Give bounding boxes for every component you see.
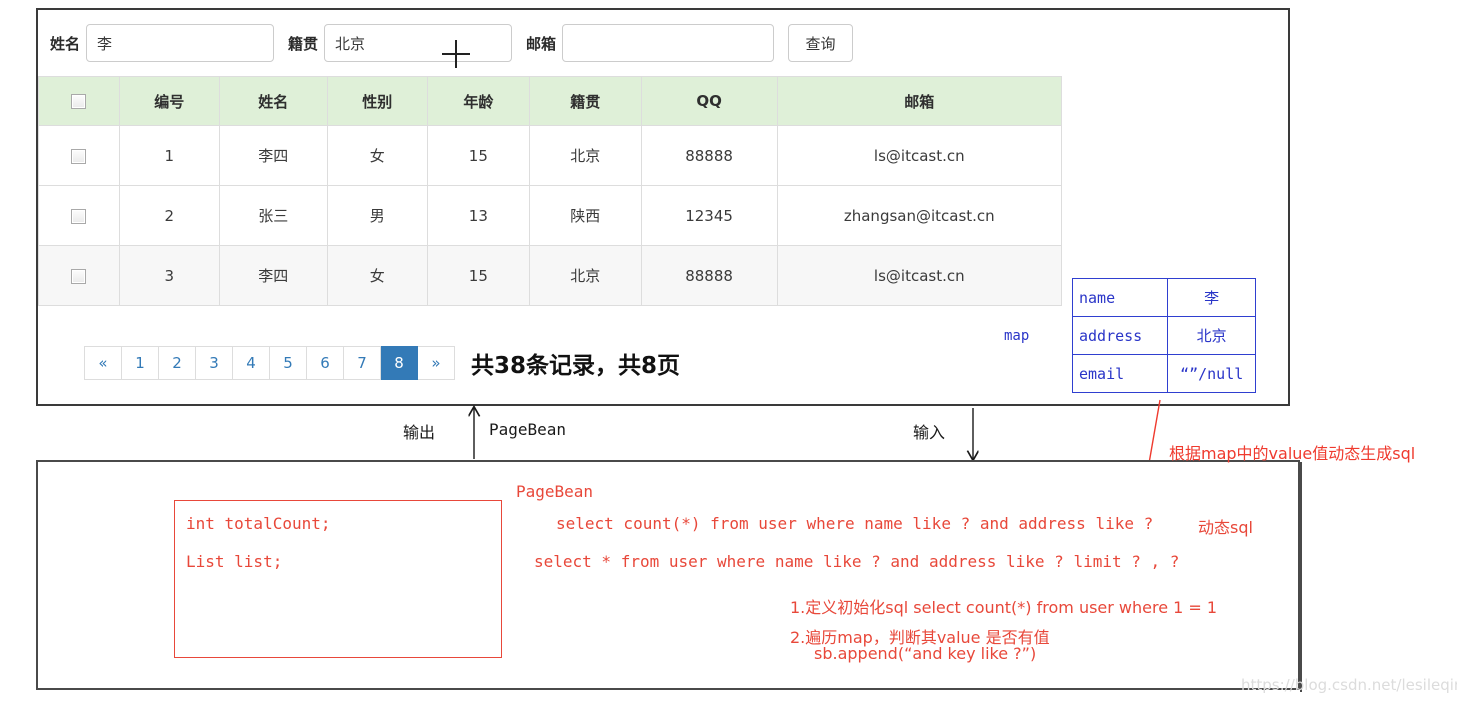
annotation-dynamic-sql: 根据map中的value值动态生成sql xyxy=(1169,444,1416,463)
cell-email: ls@itcast.cn xyxy=(776,245,1063,306)
cell-qq: 88888 xyxy=(640,125,778,186)
header-age: 年龄 xyxy=(426,76,530,126)
header-email: 邮箱 xyxy=(776,76,1063,126)
cell-name: 李四 xyxy=(218,245,328,306)
cell-origin: 陕西 xyxy=(528,185,642,246)
watermark: https://blog.csdn.net/lesileqin xyxy=(1241,676,1457,694)
select-all-header xyxy=(38,76,120,126)
map-row: address 北京 xyxy=(1071,316,1256,355)
pagination-page-7[interactable]: 7 xyxy=(344,346,381,380)
row-checkbox-cell xyxy=(38,185,120,246)
cell-id: 2 xyxy=(118,185,220,246)
cell-age: 15 xyxy=(426,245,530,306)
table-row[interactable]: 1 李四 女 15 北京 88888 ls@itcast.cn xyxy=(38,125,1063,186)
row-checkbox[interactable] xyxy=(71,268,87,284)
name-input[interactable] xyxy=(86,24,275,62)
pagination: « 1 2 3 4 5 6 7 8 » xyxy=(84,346,455,380)
pagination-next[interactable]: » xyxy=(418,346,455,380)
map-key-name: name xyxy=(1071,278,1169,317)
cell-id: 1 xyxy=(118,125,220,186)
name-label: 姓名 xyxy=(50,34,81,53)
panel-inner-divider xyxy=(1300,462,1302,692)
pagination-page-6[interactable]: 6 xyxy=(307,346,344,380)
record-summary: 共38条记录，共8页 xyxy=(471,353,681,379)
row-checkbox[interactable] xyxy=(71,208,87,224)
query-button[interactable]: 查询 xyxy=(788,24,854,62)
sql-count-statement: select count(*) from user where name lik… xyxy=(556,514,1154,533)
cell-origin: 北京 xyxy=(528,125,642,186)
map-label: map xyxy=(1004,328,1030,344)
map-row: name 李 xyxy=(1071,278,1256,317)
row-checkbox[interactable] xyxy=(71,148,87,164)
table-row[interactable]: 3 李四 女 15 北京 88888 ls@itcast.cn xyxy=(38,245,1063,306)
header-name: 姓名 xyxy=(218,76,328,126)
email-input[interactable] xyxy=(562,24,775,62)
pagination-row: « 1 2 3 4 5 6 7 8 » 共38条记录，共8页 xyxy=(84,346,680,380)
header-qq: QQ xyxy=(640,76,778,126)
pagination-page-5[interactable]: 5 xyxy=(270,346,307,380)
pagination-page-8[interactable]: 8 xyxy=(381,346,418,380)
pagebean-field-list: List list; xyxy=(186,552,283,571)
note-line-1: 1.定义初始化sql select count(*) from user whe… xyxy=(790,598,1218,617)
cell-origin: 北京 xyxy=(528,245,642,306)
row-checkbox-cell xyxy=(38,245,120,306)
map-key-email: email xyxy=(1071,354,1169,393)
cell-age: 15 xyxy=(426,125,530,186)
cell-qq: 12345 xyxy=(640,185,778,246)
origin-label: 籍贯 xyxy=(288,34,319,53)
note-line-3: sb.append(“and key like ?”) xyxy=(814,644,1037,663)
cell-gender: 女 xyxy=(326,245,428,306)
pagination-page-4[interactable]: 4 xyxy=(233,346,270,380)
cell-gender: 男 xyxy=(326,185,428,246)
pagination-prev[interactable]: « xyxy=(84,346,122,380)
diagram-panel: int totalCount; List list; PageBean sele… xyxy=(36,460,1302,692)
user-data-table: 编号 姓名 性别 年龄 籍贯 QQ 邮箱 1 李四 女 15 北京 88888 … xyxy=(38,76,1063,306)
map-value-email: “”/null xyxy=(1167,354,1256,393)
email-label: 邮箱 xyxy=(526,34,557,53)
cell-name: 李四 xyxy=(218,125,328,186)
table-body: 1 李四 女 15 北京 88888 ls@itcast.cn 2 张三 男 1… xyxy=(38,125,1063,306)
select-all-checkbox[interactable] xyxy=(71,94,87,109)
sql-select-statement: select * from user where name like ? and… xyxy=(534,552,1180,571)
cell-email: ls@itcast.cn xyxy=(776,125,1063,186)
cell-id: 3 xyxy=(118,245,220,306)
cell-qq: 88888 xyxy=(640,245,778,306)
cell-age: 13 xyxy=(426,185,530,246)
origin-input[interactable] xyxy=(324,24,513,62)
dynamic-sql-label: 动态sql xyxy=(1198,518,1253,537)
row-checkbox-cell xyxy=(38,125,120,186)
cell-email: zhangsan@itcast.cn xyxy=(776,185,1063,246)
map-value-address: 北京 xyxy=(1167,316,1256,355)
cell-name: 张三 xyxy=(218,185,328,246)
map-row: email “”/null xyxy=(1071,354,1256,393)
search-form: 姓名 籍贯 邮箱 查询 xyxy=(50,18,854,68)
cell-gender: 女 xyxy=(326,125,428,186)
pagination-page-1[interactable]: 1 xyxy=(122,346,159,380)
header-gender: 性别 xyxy=(326,76,428,126)
flow-label-output: 输出 xyxy=(403,423,436,442)
pagination-page-2[interactable]: 2 xyxy=(159,346,196,380)
pagination-page-3[interactable]: 3 xyxy=(196,346,233,380)
map-key-address: address xyxy=(1071,316,1169,355)
header-origin: 籍贯 xyxy=(528,76,642,126)
table-header-row: 编号 姓名 性别 年龄 籍贯 QQ 邮箱 xyxy=(38,76,1063,126)
pagebean-field-totalcount: int totalCount; xyxy=(186,514,331,533)
map-value-name: 李 xyxy=(1167,278,1256,317)
flow-label-pagebean: PageBean xyxy=(489,420,567,439)
table-head: 编号 姓名 性别 年龄 籍贯 QQ 邮箱 xyxy=(38,76,1063,126)
header-id: 编号 xyxy=(118,76,220,126)
flow-label-input: 输入 xyxy=(913,423,946,442)
pagebean-title-label: PageBean xyxy=(516,482,594,501)
map-table: name 李 address 北京 email “”/null xyxy=(1071,278,1256,393)
table-row[interactable]: 2 张三 男 13 陕西 12345 zhangsan@itcast.cn xyxy=(38,185,1063,246)
